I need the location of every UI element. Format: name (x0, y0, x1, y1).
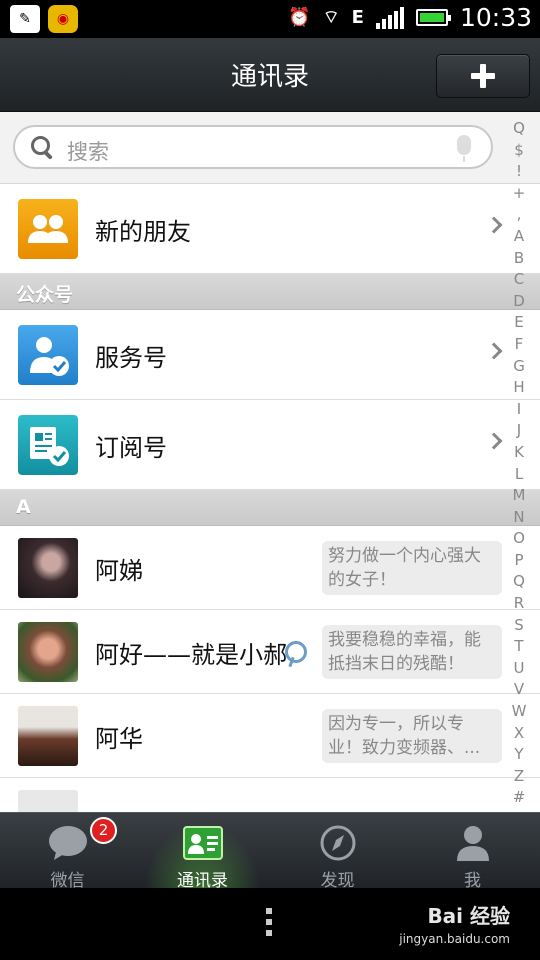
system-nav-bar: Bai 经验 jingyan.baidu.com (0, 888, 540, 960)
index-letter[interactable]: S (514, 615, 524, 637)
tab-contacts[interactable]: 通讯录 (135, 813, 270, 891)
chat-bubble-icon (48, 824, 88, 862)
avatar (18, 622, 78, 682)
weibo-notification-icon: ◉ (48, 5, 78, 33)
alphabet-index[interactable]: Q $! +, A B C D E F G H I J K L M N O P Q R S T U V W X Y Z # (508, 118, 530, 809)
battery-icon (415, 9, 451, 26)
plus-icon (471, 64, 495, 88)
unread-badge: 2 (90, 817, 117, 844)
contact-item[interactable]: 阿华 因为专一，所以专业！致力变频器、... (0, 694, 540, 778)
index-letter[interactable]: M (513, 485, 526, 507)
wifi-icon: ⌔ (322, 7, 340, 28)
index-letter[interactable]: + (513, 183, 526, 205)
index-letter[interactable]: A (514, 226, 524, 248)
contact-name: 阿娣 (95, 557, 143, 585)
alarm-icon: ⏰ (288, 7, 311, 28)
index-letter[interactable]: E (514, 312, 523, 334)
tab-chats[interactable]: 2 微信 (0, 813, 135, 891)
index-letter[interactable]: I (517, 399, 521, 421)
avatar (18, 706, 78, 766)
contacts-list[interactable]: 搜索 新的朋友 公众号 服务号 订阅号 A 阿娣 努力做一个内心强大的女子！ 阿… (0, 112, 540, 812)
watermark-url: jingyan.baidu.com (399, 932, 510, 946)
new-friends-item[interactable]: 新的朋友 (0, 184, 540, 274)
chevron-right-icon (485, 432, 503, 450)
subscription-accounts-item[interactable]: 订阅号 (0, 400, 540, 490)
new-friends-label: 新的朋友 (95, 218, 191, 246)
signal-icon (375, 6, 404, 29)
avatar (18, 790, 78, 812)
index-letter[interactable]: ! (516, 161, 522, 183)
contact-name: 阿好——就是小郝 (95, 641, 287, 669)
index-letter[interactable]: K (514, 442, 524, 464)
search-bar: 搜索 (0, 112, 540, 184)
index-letter[interactable]: N (513, 507, 524, 529)
index-letter[interactable]: T (514, 636, 523, 658)
index-letter[interactable]: H (513, 377, 524, 399)
index-letter[interactable]: F (515, 334, 524, 356)
index-letter[interactable]: Z (514, 766, 524, 788)
contact-signature: 我要稳稳的幸福，能抵挡末日的残酷！ (322, 625, 502, 679)
index-letter[interactable]: O (513, 528, 525, 550)
menu-icon[interactable] (266, 908, 272, 936)
tab-me[interactable]: 我 (405, 813, 540, 891)
section-header-public: 公众号 (0, 274, 540, 310)
index-letter[interactable]: Q (513, 571, 525, 593)
index-letter[interactable]: R (514, 593, 524, 615)
search-input[interactable]: 搜索 (13, 125, 493, 169)
image-notification-icon: ✎ (10, 5, 40, 33)
index-letter[interactable]: # (513, 787, 526, 809)
contact-item[interactable]: 阿娣 努力做一个内心强大的女子！ (0, 526, 540, 610)
notification-icons: ✎ ◉ (10, 5, 78, 33)
bottom-tab-bar: 2 微信 通讯录 发现 我 (0, 812, 540, 891)
index-letter[interactable]: U (514, 658, 525, 680)
avatar (18, 538, 78, 598)
contact-item[interactable] (0, 778, 540, 812)
title-bar: 通讯录 (0, 38, 540, 112)
search-icon (31, 136, 53, 158)
index-letter[interactable]: J (517, 420, 521, 442)
index-letter[interactable]: V (514, 679, 524, 701)
qq-pengyou-icon (285, 641, 307, 663)
index-letter[interactable]: Q (513, 118, 525, 140)
index-letter[interactable]: W (512, 701, 527, 723)
index-letter[interactable]: B (514, 248, 524, 270)
subscription-account-icon (18, 415, 78, 475)
person-icon (453, 824, 493, 862)
contact-item[interactable]: 阿好——就是小郝 我要稳稳的幸福，能抵挡末日的残酷！ (0, 610, 540, 694)
new-friends-icon (18, 199, 78, 259)
index-letter[interactable]: D (513, 291, 525, 313)
microphone-icon[interactable] (457, 135, 471, 162)
index-letter[interactable]: C (514, 269, 524, 291)
contact-name: 阿华 (95, 725, 143, 753)
index-letter[interactable]: L (515, 464, 523, 486)
service-account-icon (18, 325, 78, 385)
search-placeholder: 搜索 (67, 140, 109, 164)
index-letter[interactable]: G (513, 356, 525, 378)
index-letter[interactable]: Y (514, 744, 523, 766)
index-letter[interactable]: P (514, 550, 523, 572)
tab-discover[interactable]: 发现 (270, 813, 405, 891)
index-letter[interactable]: $ (514, 140, 524, 162)
status-bar: ✎ ◉ ⏰ ⌔ E 10:33 (0, 0, 540, 38)
service-accounts-item[interactable]: 服务号 (0, 310, 540, 400)
service-accounts-label: 服务号 (95, 344, 167, 372)
network-type: E (351, 7, 364, 28)
chevron-right-icon (485, 342, 503, 360)
compass-icon (318, 824, 358, 862)
status-icons: ⏰ ⌔ E 10:33 (288, 3, 532, 32)
subscription-accounts-label: 订阅号 (95, 434, 167, 462)
chevron-right-icon (485, 216, 503, 234)
contact-signature: 努力做一个内心强大的女子！ (322, 541, 502, 595)
index-letter[interactable]: X (514, 723, 524, 745)
add-contact-button[interactable] (436, 54, 530, 98)
index-letter[interactable]: , (517, 204, 522, 226)
section-header-a: A (0, 490, 540, 526)
clock: 10:33 (459, 3, 532, 32)
contact-signature: 因为专一，所以专业！致力变频器、... (322, 709, 502, 763)
watermark: Bai 经验 (427, 904, 510, 928)
contacts-card-icon (182, 824, 223, 862)
